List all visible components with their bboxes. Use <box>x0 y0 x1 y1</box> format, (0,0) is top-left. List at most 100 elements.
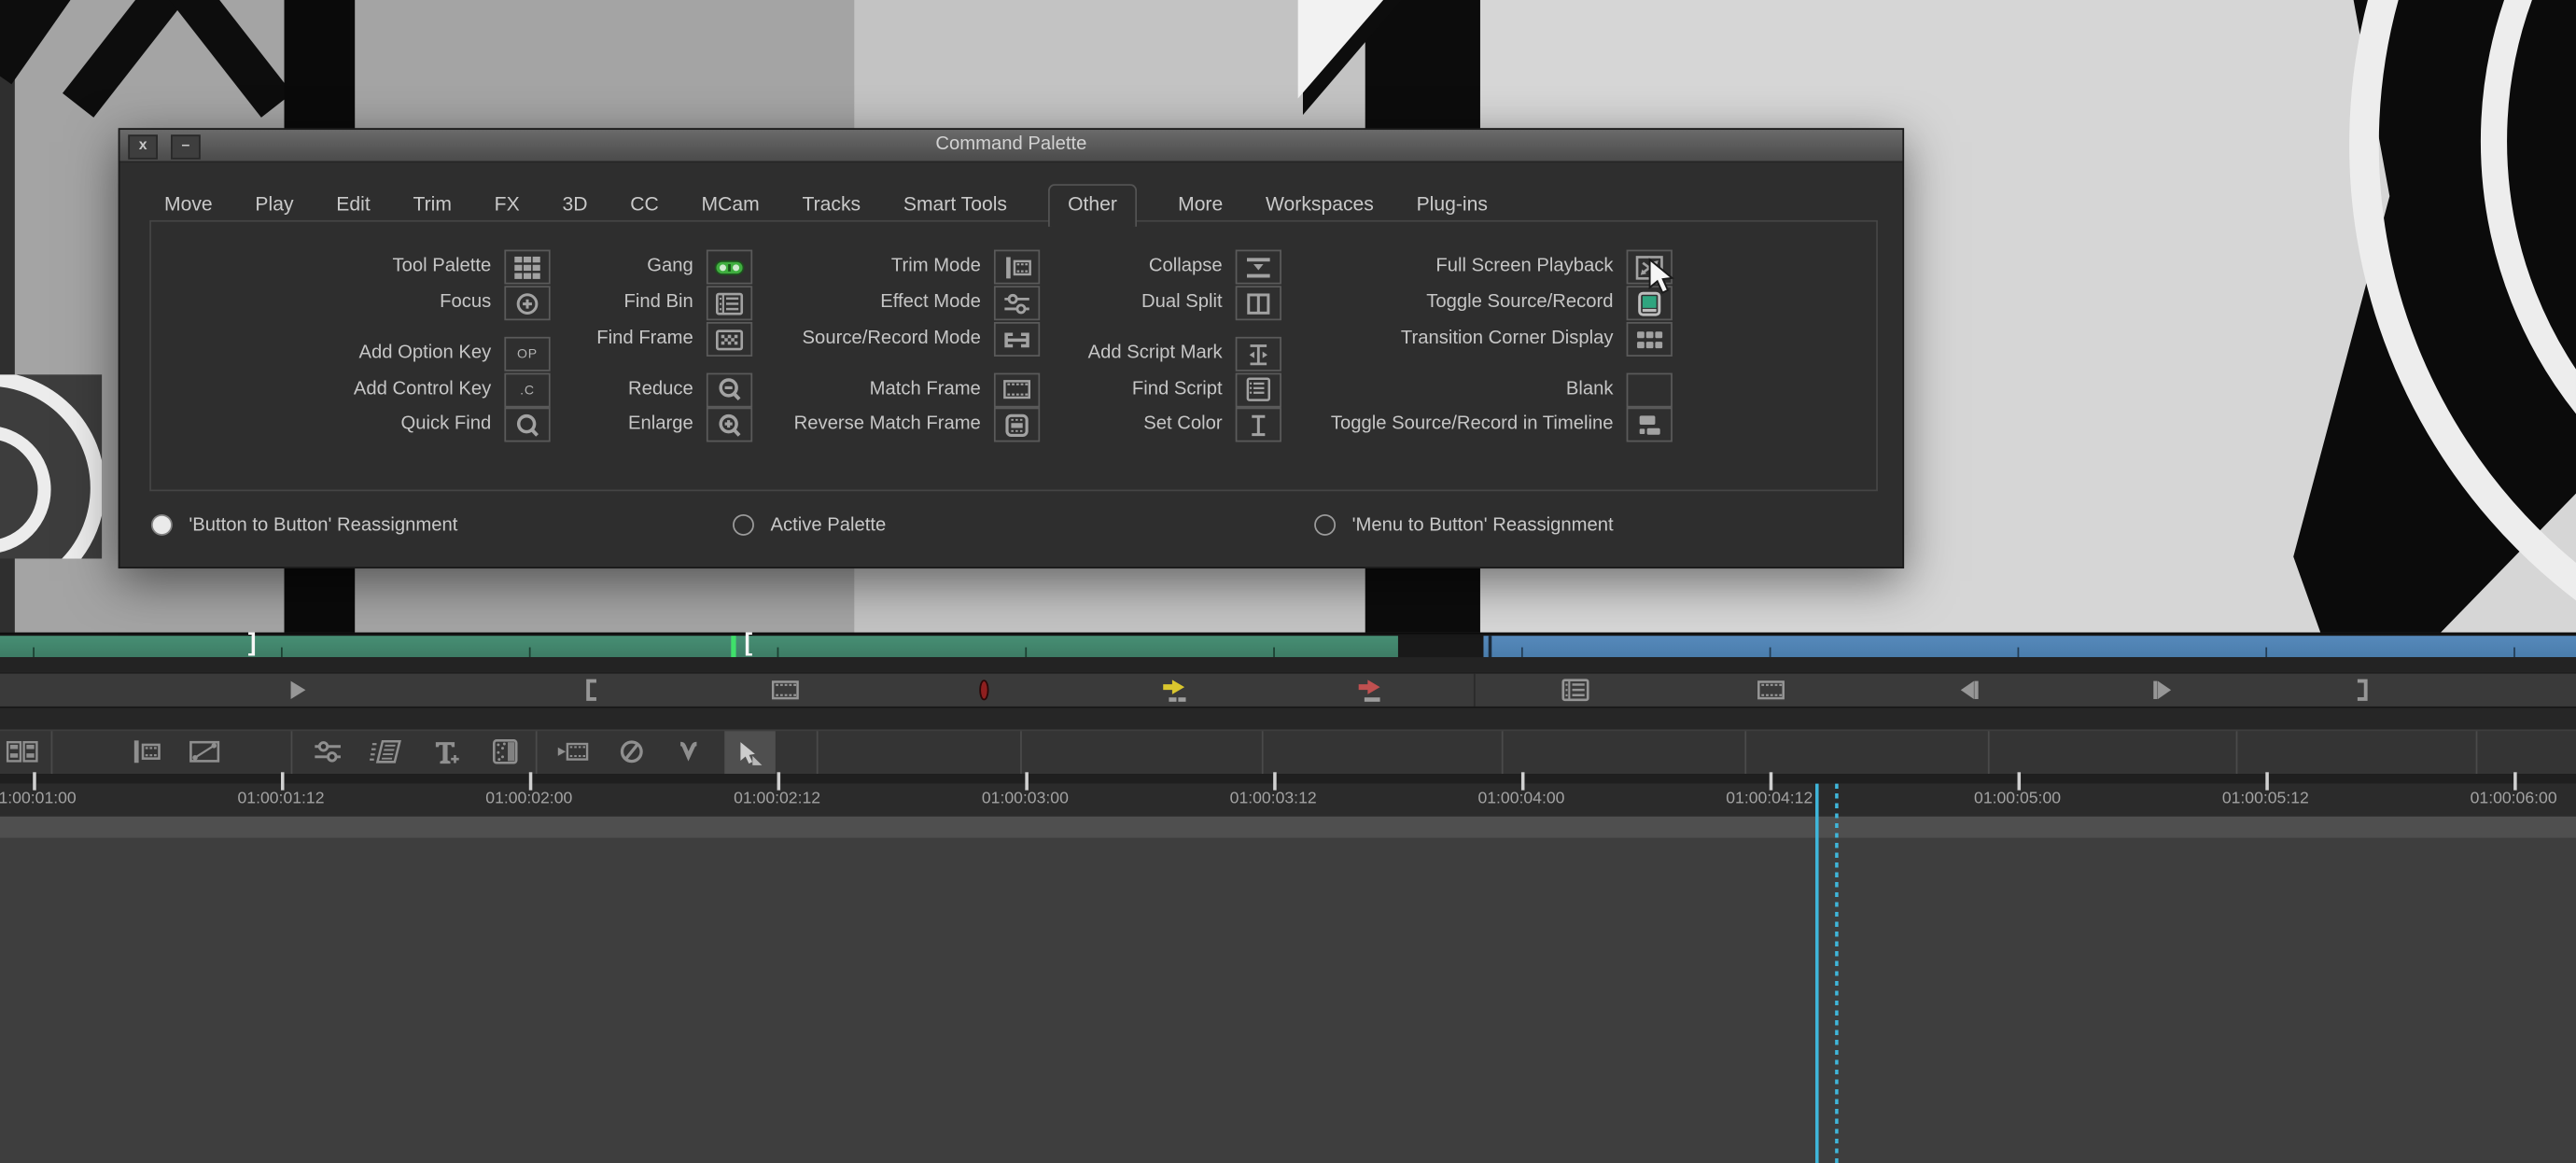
motion-film-icon <box>368 736 405 767</box>
playhead-ghost-line <box>1835 784 1839 1163</box>
add-script-mark-label: Add Script Mark <box>861 337 1222 371</box>
title-tool-icon <box>427 736 465 767</box>
step-forward-button[interactable] <box>2146 675 2182 705</box>
active-palette-label: Active Palette <box>771 515 887 535</box>
toolbar-divider <box>51 731 53 774</box>
close-button[interactable]: x <box>128 134 158 159</box>
toolbar-divider <box>1502 731 1504 774</box>
segment-mode-cell <box>724 731 776 774</box>
play-in-to-out-button[interactable] <box>767 675 804 705</box>
effect-mode-button[interactable] <box>186 736 223 767</box>
tab-mcam[interactable]: MCam <box>700 186 762 223</box>
find-bin-icon <box>1558 675 1594 705</box>
tab-cc[interactable]: CC <box>628 186 660 223</box>
blank-button[interactable] <box>1627 372 1673 407</box>
mouse-cursor <box>1647 258 1675 299</box>
ruler-tick <box>33 772 36 790</box>
toggle-source-record-in-timeline-label: Toggle Source/Record in Timeline <box>1252 408 1613 442</box>
tab-move[interactable]: Move <box>162 186 214 223</box>
toggle-source-record-in-timeline-button[interactable] <box>4 736 41 767</box>
toolbar-divider <box>1262 731 1264 774</box>
screen: ] [ 01:00:01:0001:00:01:1201:00:02:0001:… <box>0 0 2576 1163</box>
ruler-tick <box>1273 772 1277 790</box>
transition-corner-display-button[interactable] <box>1627 322 1673 357</box>
mark-out-icon <box>2343 675 2379 705</box>
mark-in-button[interactable] <box>575 675 611 705</box>
tab-fx[interactable]: FX <box>493 186 522 223</box>
step-fwd-icon <box>2146 675 2182 705</box>
effect-editor-button[interactable] <box>309 736 346 767</box>
null-icon <box>613 736 651 767</box>
ruler-tick <box>1521 772 1525 790</box>
position-bar-blue-edge <box>1489 636 1492 657</box>
record-button[interactable] <box>966 675 1002 705</box>
position-bar-green-segment[interactable] <box>0 636 1398 657</box>
timecode-label: 01:00:04:00 <box>1477 791 1564 808</box>
timecode-label: 01:00:02:12 <box>734 791 820 808</box>
record-icon <box>966 675 1002 705</box>
tab-tracks[interactable]: Tracks <box>801 186 862 223</box>
step-backward-button[interactable] <box>1950 675 1986 705</box>
timeline-position-bar[interactable]: ] [ <box>0 633 2576 659</box>
transport-bar <box>0 672 2576 708</box>
grid-3x2-icon <box>1628 324 1671 355</box>
find-bin-button[interactable] <box>1558 675 1594 705</box>
title-tool-button[interactable] <box>427 736 465 767</box>
toolbar-divider <box>2236 731 2238 774</box>
tab-trim[interactable]: Trim <box>412 186 454 223</box>
toolbar-divider <box>536 731 538 774</box>
splice-in-button[interactable] <box>1156 675 1193 705</box>
tab-workspaces[interactable]: Workspaces <box>1264 186 1375 223</box>
blank <box>1628 373 1671 404</box>
menu-to-button-reassignment-radio[interactable] <box>1314 514 1336 536</box>
tab-edit[interactable]: Edit <box>335 186 372 223</box>
position-bar-tick <box>1521 648 1523 658</box>
vee-icon <box>672 736 709 767</box>
tab-plug-ins[interactable]: Plug-ins <box>1415 186 1490 223</box>
window-titlebar[interactable]: x – Command Palette <box>119 130 1902 162</box>
playhead[interactable] <box>1815 784 1819 1163</box>
timecode-label: 01:00:03:12 <box>1230 791 1317 808</box>
position-bar-blue-segment[interactable] <box>1483 636 2576 657</box>
overwrite-button[interactable] <box>1352 675 1389 705</box>
tab-more[interactable]: More <box>1176 186 1225 223</box>
segment-mode-button[interactable] <box>731 736 768 767</box>
play-clip-button[interactable] <box>553 736 591 767</box>
tab-3d[interactable]: 3D <box>561 186 590 223</box>
edit-marker-line <box>731 636 735 657</box>
timecode-ruler[interactable]: 01:00:01:0001:00:01:1201:00:02:0001:00:0… <box>0 784 2576 817</box>
button-to-button-reassignment-label: 'Button to Button' Reassignment <box>189 515 457 535</box>
minimize-button[interactable]: – <box>171 134 201 159</box>
timeline-edit-area[interactable] <box>0 838 2576 1163</box>
play-button[interactable] <box>279 675 315 705</box>
audio-curve-button[interactable] <box>672 736 709 767</box>
tab-smart-tools[interactable]: Smart Tools <box>902 186 1009 223</box>
menu-to-button-reassignment-label: 'Menu to Button' Reassignment <box>1352 515 1614 535</box>
motion-effect-button[interactable] <box>368 736 405 767</box>
position-bar-tick <box>2513 648 2515 658</box>
toolbar-divider <box>1988 731 1990 774</box>
timeline-gap <box>0 708 2576 730</box>
position-bar-tick <box>2018 648 2020 658</box>
tab-play[interactable]: Play <box>254 186 296 223</box>
play-icon <box>279 675 315 705</box>
match-frame-button[interactable] <box>1753 675 1789 705</box>
sliders-icon <box>309 736 346 767</box>
collapse-label: Collapse <box>861 250 1222 285</box>
dual-split-label: Dual Split <box>861 286 1222 320</box>
toggle-source-record-in-timeline-button[interactable] <box>1627 408 1673 442</box>
toolbar-divider <box>1744 731 1746 774</box>
tab-other[interactable]: Other <box>1048 184 1137 227</box>
mark-out-button[interactable] <box>2343 675 2379 705</box>
grain-effect-button[interactable] <box>486 736 524 767</box>
no-tool-button[interactable] <box>613 736 651 767</box>
toolbar-divider <box>817 731 819 774</box>
active-palette-radio[interactable] <box>733 514 754 536</box>
blank-label: Blank <box>1252 372 1613 407</box>
button-to-button-reassignment-radio[interactable] <box>151 514 173 536</box>
trim-mode-button[interactable] <box>127 736 164 767</box>
toggle-source-record-label: Toggle Source/Record <box>1252 286 1613 320</box>
transport-divider <box>1474 674 1476 707</box>
position-bar-tick <box>529 648 531 658</box>
grain-icon <box>486 736 524 767</box>
